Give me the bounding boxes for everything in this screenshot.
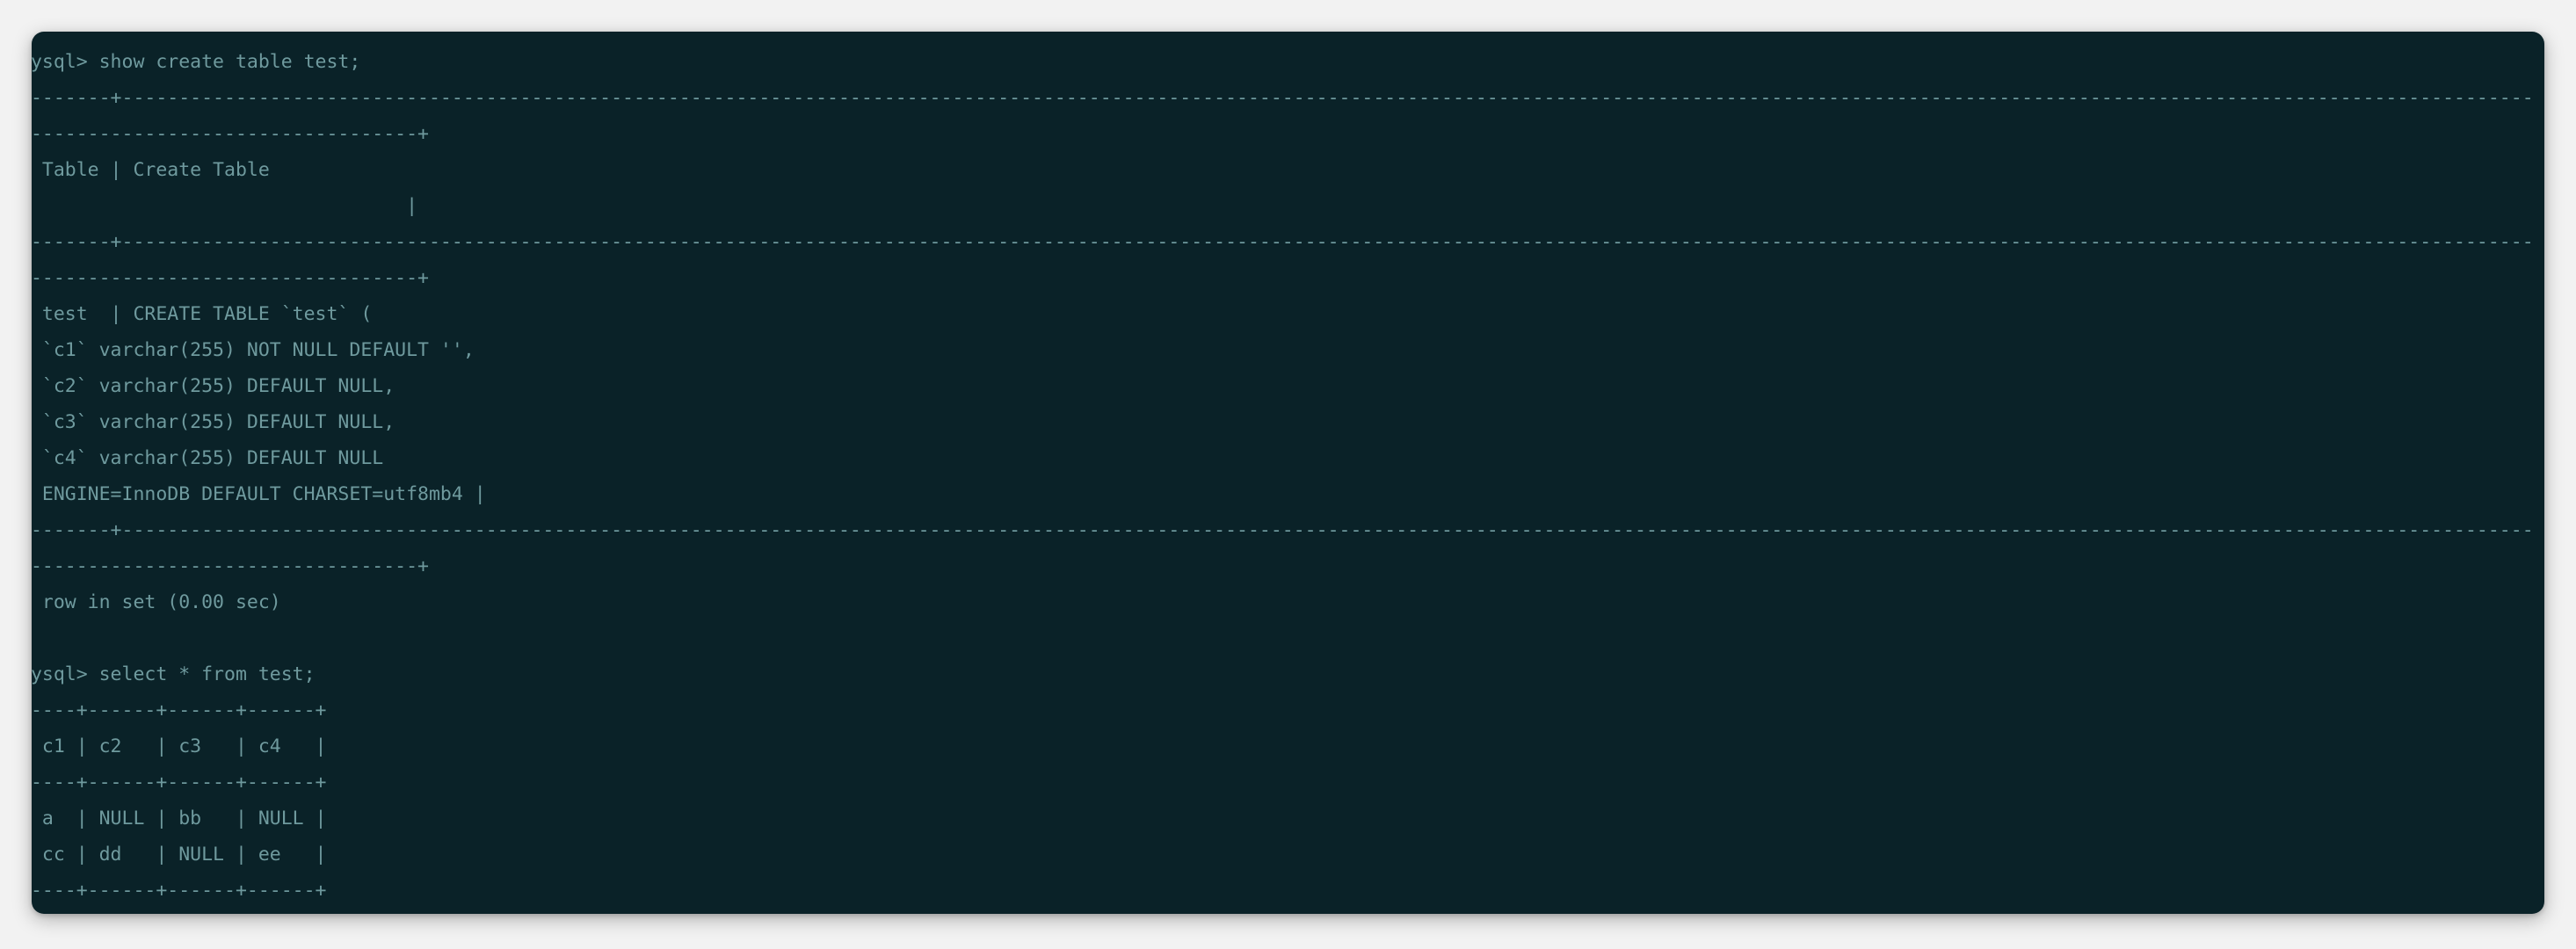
terminal-line: -----------------------------------+ [32, 267, 429, 289]
terminal-line: 1 row in set (0.00 sec) [32, 591, 281, 613]
terminal-line: +----+------+------+------+ [32, 880, 327, 902]
terminal-line: 2 rows in set (0.00 sec) [32, 909, 2544, 914]
terminal-window[interactable]: mysql> show create table test; +-------+-… [32, 32, 2544, 914]
terminal-line: `c2` varchar(255) DEFAULT NULL, [32, 375, 395, 397]
terminal-line: +----+------+------+------+ [32, 772, 327, 793]
terminal-line: +-------+-------------------------------… [32, 231, 2534, 253]
terminal-line: +-------+-------------------------------… [32, 87, 2534, 109]
terminal-line: | cc | dd | NULL | ee | [32, 844, 327, 866]
terminal-line: ) ENGINE=InnoDB DEFAULT CHARSET=utf8mb4 … [32, 483, 486, 505]
terminal-line: `c4` varchar(255) DEFAULT NULL [32, 447, 384, 469]
terminal-line: | c1 | c2 | c3 | c4 | [32, 735, 327, 757]
terminal-line: +-------+-------------------------------… [32, 519, 2534, 541]
terminal-screen[interactable]: mysql> show create table test; +-------+-… [32, 32, 2544, 914]
terminal-line: -----------------------------------+ [32, 555, 429, 577]
terminal-line: -----------------------------------+ [32, 123, 429, 145]
terminal-line: mysql> select * from test; [32, 663, 316, 685]
terminal-line: +----+------+------+------+ [32, 699, 327, 721]
terminal-line: | Table | Create Table [32, 159, 2544, 181]
terminal-line: | test | CREATE TABLE `test` ( [32, 303, 373, 325]
terminal-line: | [32, 195, 418, 217]
terminal-line: | a | NULL | bb | NULL | [32, 808, 327, 829]
terminal-line: mysql> show create table test; [32, 51, 361, 73]
terminal-line: `c1` varchar(255) NOT NULL DEFAULT '', [32, 339, 475, 361]
terminal-line: `c3` varchar(255) DEFAULT NULL, [32, 411, 395, 433]
